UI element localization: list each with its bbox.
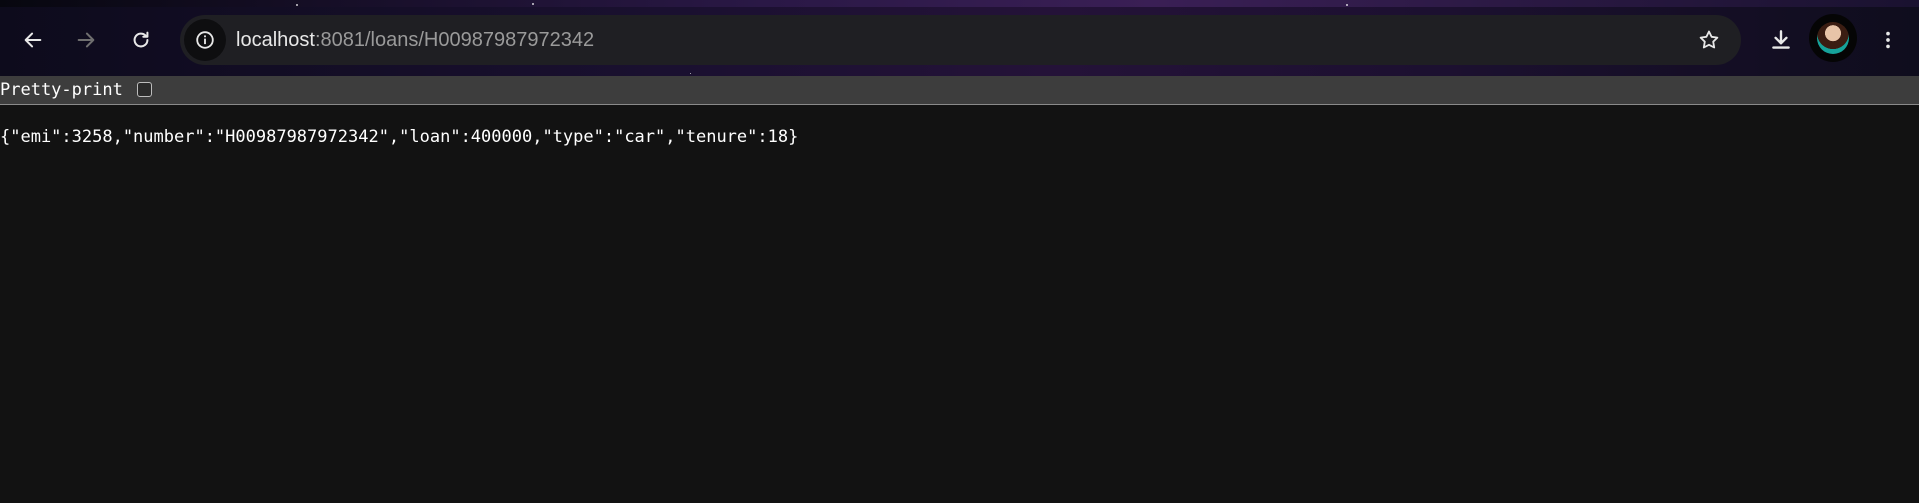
kebab-menu-icon bbox=[1886, 31, 1890, 49]
background-star bbox=[532, 3, 534, 5]
bookmark-button[interactable] bbox=[1689, 20, 1729, 60]
browser-menu-button[interactable] bbox=[1868, 20, 1908, 60]
site-info-button[interactable] bbox=[184, 19, 226, 61]
pretty-print-checkbox[interactable] bbox=[137, 82, 152, 97]
back-button[interactable] bbox=[13, 20, 53, 60]
downloads-button[interactable] bbox=[1761, 20, 1801, 60]
forward-button[interactable] bbox=[66, 20, 106, 60]
background-star bbox=[296, 4, 298, 6]
url-path: :8081/loans/H00987987972342 bbox=[314, 29, 595, 51]
browser-toolbar: localhost:8081/loans/H00987987972342 bbox=[0, 0, 1919, 76]
url-text[interactable]: localhost:8081/loans/H00987987972342 bbox=[236, 15, 594, 65]
address-bar[interactable]: localhost:8081/loans/H00987987972342 bbox=[180, 15, 1741, 65]
info-icon bbox=[196, 31, 214, 49]
arrow-left-icon bbox=[24, 32, 42, 48]
avatar bbox=[1817, 22, 1849, 54]
background-star bbox=[690, 73, 691, 74]
star-outline-icon bbox=[1699, 30, 1719, 49]
window-top-strip bbox=[0, 0, 1919, 7]
reload-button[interactable] bbox=[121, 20, 161, 60]
profile-button[interactable] bbox=[1809, 14, 1857, 62]
url-host: localhost bbox=[236, 29, 315, 51]
json-response-body: {"emi":3258,"number":"H00987987972342","… bbox=[0, 127, 799, 147]
pretty-print-label: Pretty-print bbox=[0, 80, 123, 100]
background-star bbox=[1346, 4, 1348, 6]
download-icon bbox=[1772, 30, 1790, 49]
pretty-print-bar: Pretty-print bbox=[0, 76, 1919, 105]
arrow-right-icon bbox=[77, 32, 95, 48]
reload-icon bbox=[133, 31, 149, 48]
